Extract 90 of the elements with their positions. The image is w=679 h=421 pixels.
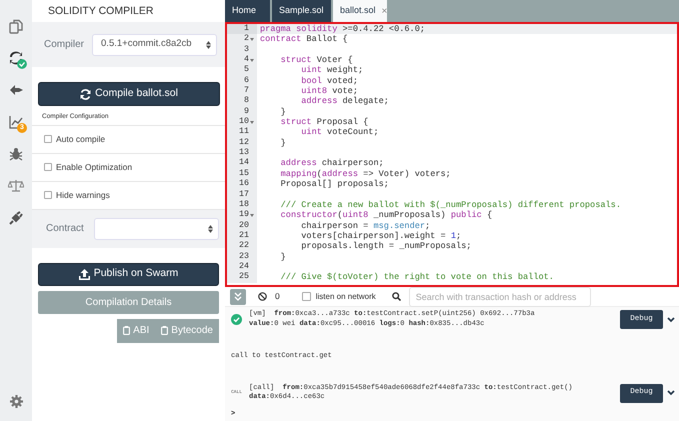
editor-tab[interactable]: ballot.sol × <box>333 0 389 22</box>
chart-icon[interactable] <box>8 115 24 129</box>
code-line: struct Proposal { <box>280 117 370 128</box>
fold-caret-icon[interactable] <box>250 58 254 62</box>
upload-icon <box>78 268 90 280</box>
code-line: address delegate; <box>300 96 390 107</box>
chevron-down-icon <box>667 316 675 322</box>
line-number: 10 <box>239 117 249 128</box>
clipboard-icon <box>161 326 168 336</box>
checkbox[interactable] <box>44 191 52 200</box>
fold-caret-icon[interactable] <box>250 214 254 217</box>
search-field[interactable]: Search with transaction hash or address <box>408 286 591 306</box>
code-line: Proposal[] proposals; <box>280 179 390 190</box>
files-icon[interactable] <box>9 18 23 34</box>
line-number: 13 <box>239 148 249 158</box>
code-line: struct Voter { <box>280 55 354 66</box>
code-line: address chairperson; <box>280 158 385 169</box>
clear-icon[interactable] <box>258 292 267 301</box>
line-number: 15 <box>239 168 249 180</box>
refresh-icon <box>80 88 92 100</box>
line-number: 25 <box>239 272 249 283</box>
checkbox[interactable] <box>44 135 52 144</box>
close-icon[interactable]: × <box>382 4 388 18</box>
line-number: 2 <box>244 34 249 45</box>
pending-count: 0 <box>275 290 280 303</box>
line-number: 23 <box>239 252 249 262</box>
compiler-select[interactable]: 0.5.1+commit.c8a2cb <box>92 34 218 56</box>
code-line: uint voteCount; <box>300 127 380 138</box>
line-number: 3 <box>244 44 249 56</box>
checkbox[interactable] <box>44 163 52 172</box>
sort-caret-icon <box>206 40 212 48</box>
code-line: bool voted; <box>300 76 359 86</box>
checkbox-label: Hide warnings <box>56 188 110 202</box>
bug-icon[interactable] <box>9 147 23 161</box>
code-line: mapping(address => Voter) voters; <box>280 168 452 180</box>
double-chevron-icon <box>234 292 242 301</box>
code-line: uint8 vote; <box>300 86 359 96</box>
checkbox-label: Auto compile <box>56 132 106 146</box>
line-number: 7 <box>244 86 249 96</box>
line-number: 19 <box>239 210 249 221</box>
checkbox[interactable] <box>302 292 311 301</box>
line-number: 5 <box>244 65 249 76</box>
contract-label: Contract <box>46 222 84 236</box>
line-number: 18 <box>239 200 249 210</box>
code-line: } <box>280 138 287 148</box>
line-number: 16 <box>239 179 249 190</box>
plug-icon[interactable] <box>9 211 23 225</box>
clipboard-icon <box>123 326 130 336</box>
line-number: 22 <box>239 241 249 252</box>
fold-caret-icon[interactable] <box>250 38 254 42</box>
code-line: } <box>280 252 287 262</box>
check-badge-icon <box>17 59 27 69</box>
code-line: } <box>280 106 287 118</box>
editor-tab[interactable]: Sample.sol <box>272 0 333 22</box>
line-number: 24 <box>239 262 249 272</box>
code-line: chairperson = msg.sender; <box>300 220 432 231</box>
panel-title: SOLIDITY COMPILER <box>47 4 154 19</box>
code-line: /// Create a new ballot with $(_numProposals) different proposals. <box>280 200 622 210</box>
code-line: uint weight; <box>300 65 364 76</box>
compiler-label: Compiler <box>44 38 84 52</box>
collapse-button[interactable] <box>230 288 246 304</box>
code-line: constructor(uint8 _numProposals) public { <box>280 210 494 221</box>
compile-button[interactable]: Compile ballot.sol <box>38 82 220 106</box>
line-number: 12 <box>239 138 249 148</box>
sort-caret-icon <box>208 224 213 233</box>
line-number: 4 <box>244 55 249 66</box>
code-line: /// Give $(toVoter) the right to vote on this ballot. <box>280 272 555 283</box>
fold-caret-icon[interactable] <box>250 120 254 124</box>
line-number: 17 <box>239 190 249 200</box>
line-number: 20 <box>239 220 249 231</box>
line-number: 6 <box>244 76 249 86</box>
line-number: 8 <box>244 96 249 107</box>
settings-icon[interactable] <box>10 394 22 408</box>
code-line: voters[chairperson].weight = 1; <box>300 230 462 242</box>
line-number: 14 <box>239 158 249 169</box>
code-line: proposals.length = _numProposals; <box>300 241 472 252</box>
line-number: 1 <box>244 24 249 34</box>
editor-tab[interactable]: Home <box>225 0 272 22</box>
chevron-down-icon <box>667 390 675 396</box>
publish-button[interactable]: Publish on Swarm <box>38 262 219 286</box>
code-editor[interactable] <box>225 22 679 287</box>
search-icon <box>392 292 401 301</box>
success-check-icon <box>231 314 242 325</box>
checkbox-label: Enable Optimization <box>56 160 132 174</box>
line-number: 21 <box>239 230 249 242</box>
line-number: 9 <box>244 106 249 118</box>
line-number: 11 <box>239 127 249 138</box>
checkbox-label: listen on network <box>316 290 376 302</box>
scales-icon[interactable] <box>8 179 24 193</box>
code-line: contract Ballot { <box>259 34 349 45</box>
